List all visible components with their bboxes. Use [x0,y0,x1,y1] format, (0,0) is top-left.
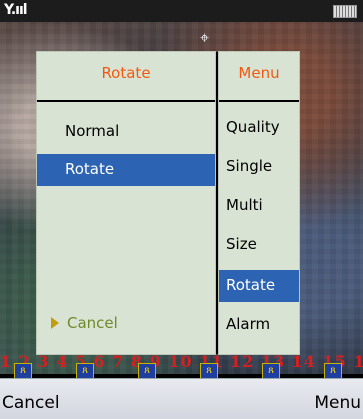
battery-icon [333,5,357,18]
menu-panel-title: Menu [238,64,280,82]
cancel-option[interactable]: Cancel [51,314,118,332]
cancel-softkey[interactable]: Cancel [2,393,60,413]
figure-icon: ጸ [200,363,218,379]
figure-icon: ጸ [76,363,94,379]
menu-item-multi[interactable]: Multi [219,190,299,222]
rotate-dialog: Rotate Normal Rotate Cancel [37,52,215,354]
crosshair-icon: ⌖ [200,28,210,47]
signal-strength-icon: Y.ııl [4,2,28,18]
menu-item-alarm[interactable]: Alarm [219,309,299,341]
option-rotate[interactable]: Rotate [37,154,215,186]
menu-item-single[interactable]: Single [219,151,299,183]
menu-item-quality[interactable]: Quality [219,112,299,144]
arrow-right-icon [51,317,59,329]
option-normal[interactable]: Normal [37,116,215,148]
figure-icon: ጸ [14,363,32,379]
menu-softkey[interactable]: Menu [314,393,361,413]
rotate-dialog-title: Rotate [101,64,151,82]
figure-icon: ጸ [262,363,280,379]
menu-item-rotate[interactable]: Rotate [219,270,299,302]
softkey-bar: Cancel Menu [0,378,363,419]
divider [37,100,215,102]
status-bar: Y.ııl [0,0,363,22]
figure-icon: ጸ [138,363,156,379]
cancel-option-label: Cancel [67,314,118,332]
menu-panel: Menu Quality Single Multi Size Rotate Al… [219,52,299,354]
figure-icon: ጸ [324,363,342,379]
divider [219,100,299,102]
icon-strip: ጸ ጸ ጸ ጸ ጸ ጸ [0,363,363,379]
menu-item-size[interactable]: Size [219,229,299,261]
